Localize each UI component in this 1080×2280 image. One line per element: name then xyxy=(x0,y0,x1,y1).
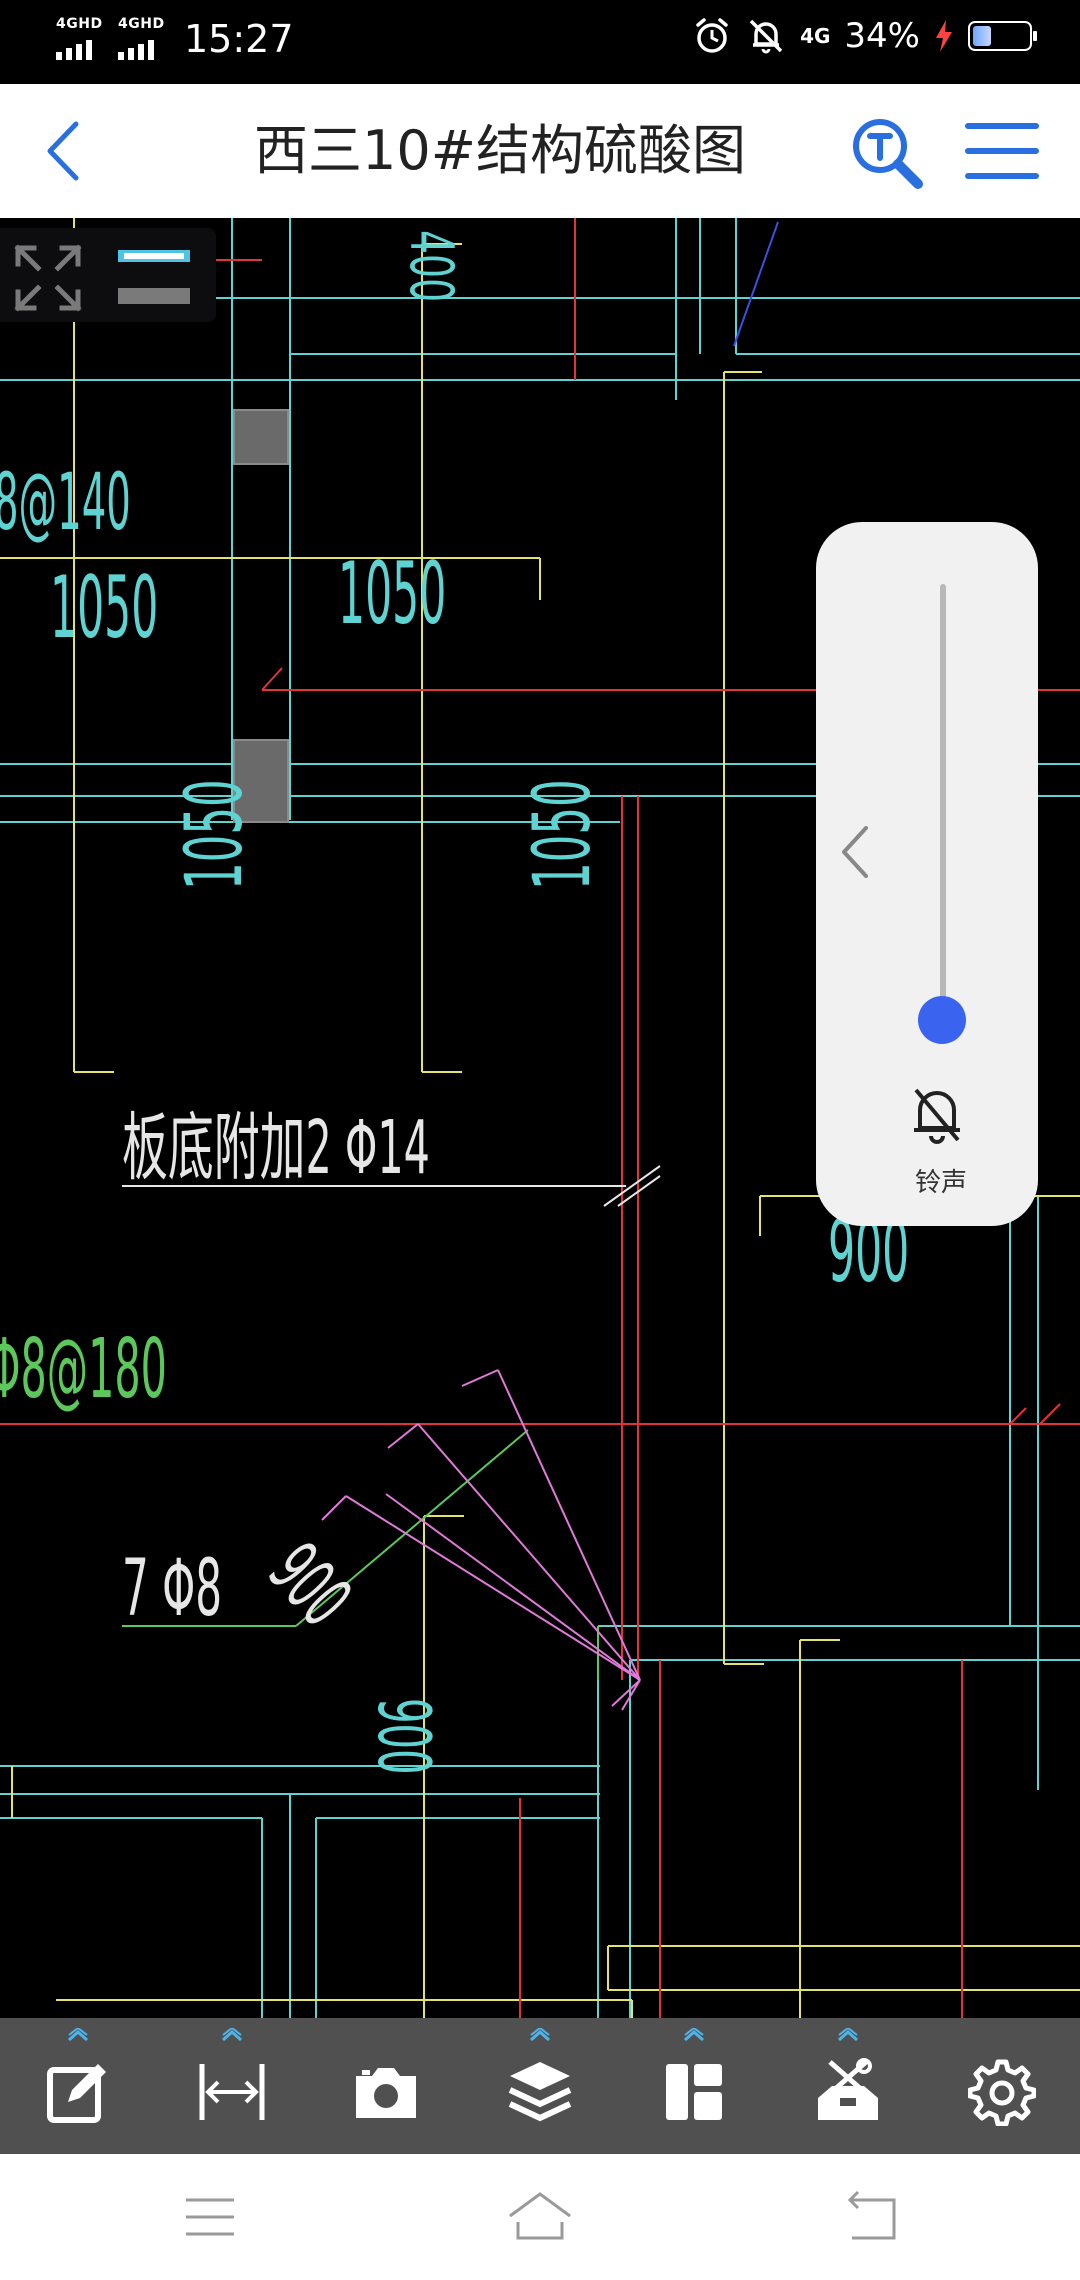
expand-up-icon xyxy=(68,2028,88,2042)
mute-icon xyxy=(749,19,783,54)
recent-apps-icon[interactable] xyxy=(170,2184,250,2250)
camera-button[interactable] xyxy=(336,2018,436,2154)
volume-slider-thumb[interactable] xyxy=(918,996,966,1044)
expand-volume-chevron-icon[interactable] xyxy=(834,822,878,882)
data-network-label: 4G xyxy=(800,24,831,48)
volume-label: 铃声 xyxy=(914,1168,967,1198)
screen: 4GHD 4GHD 15:27 4G 34% 西三10#结构硫酸图 8@140 … xyxy=(0,0,1080,2280)
cad-label-rebar-180: Φ8@180 xyxy=(0,1322,167,1417)
clock: 15:27 xyxy=(184,17,294,61)
status-left: 4GHD 4GHD 15:27 xyxy=(56,14,294,64)
cad-label-rebar-140: 8@140 xyxy=(0,458,131,548)
toolbox-icon xyxy=(818,2058,878,2120)
layers-icon xyxy=(508,2062,572,2122)
expand-up-icon xyxy=(222,2028,242,2042)
sim2-signal-icon: 4GHD xyxy=(118,14,166,64)
charging-icon xyxy=(936,20,952,52)
layout-button[interactable] xyxy=(644,2018,744,2154)
battery-fill xyxy=(973,26,992,46)
home-icon[interactable] xyxy=(500,2184,580,2250)
back-nav-icon[interactable] xyxy=(830,2184,910,2250)
cad-label-dim-1050: 1050 xyxy=(50,558,159,658)
system-navigation-bar xyxy=(0,2154,1080,2280)
cad-label-dim-900: 900 xyxy=(362,1698,446,1775)
bottom-toolbar xyxy=(0,2018,1080,2154)
cad-note-slab: 板底附加2 Φ14 xyxy=(122,1105,430,1191)
battery-icon xyxy=(968,21,1037,51)
status-bar: 4GHD 4GHD 15:27 4G 34% xyxy=(0,0,1080,84)
cad-label-dim-400: 400 xyxy=(396,230,466,303)
measure-button[interactable] xyxy=(182,2018,282,2154)
settings-button[interactable] xyxy=(952,2018,1052,2154)
hamburger-menu-icon[interactable] xyxy=(962,118,1042,184)
page-title: 西三10#结构硫酸图 xyxy=(254,119,746,182)
settings-icon xyxy=(968,2059,1036,2126)
text-search-icon[interactable] xyxy=(848,114,928,194)
back-button[interactable] xyxy=(36,118,96,184)
sim1-network-label: 4GHD xyxy=(56,16,103,32)
measure-icon xyxy=(199,2064,265,2120)
sim2-network-label: 4GHD xyxy=(118,16,165,32)
battery-percent: 34% xyxy=(844,16,920,56)
status-right: 4G 34% xyxy=(692,16,1037,56)
cad-lines-magenta xyxy=(321,1369,641,1711)
title-bar: 西三10#结构硫酸图 xyxy=(0,84,1080,218)
volume-popup: 铃声 xyxy=(816,522,1038,1226)
view-mode-panel xyxy=(0,228,216,322)
edit-annotation-button[interactable] xyxy=(28,2018,128,2154)
volume-slider-track[interactable] xyxy=(940,584,946,1004)
edit-annotation-icon xyxy=(47,2064,106,2123)
fit-to-screen-icon[interactable] xyxy=(12,242,84,314)
layout-icon xyxy=(666,2064,722,2120)
toolbox-button[interactable] xyxy=(798,2018,898,2154)
cad-label-rebar-7: 7 Φ8 xyxy=(122,1544,223,1634)
expand-up-icon xyxy=(530,2028,550,2042)
camera-icon xyxy=(356,2068,416,2118)
cad-label-dim-1050-vertical: 1050 xyxy=(170,779,260,890)
expand-up-icon xyxy=(684,2028,704,2042)
cad-label-dim-1050-vertical: 1050 xyxy=(518,779,608,890)
display-mode-icon[interactable] xyxy=(116,242,192,312)
expand-up-icon xyxy=(838,2028,858,2042)
ringtone-mute-icon[interactable] xyxy=(908,1084,966,1146)
cad-label-dim-1050: 1050 xyxy=(338,544,447,644)
layers-button[interactable] xyxy=(490,2018,590,2154)
alarm-icon xyxy=(696,18,728,53)
sim1-signal-icon: 4GHD xyxy=(56,14,104,64)
